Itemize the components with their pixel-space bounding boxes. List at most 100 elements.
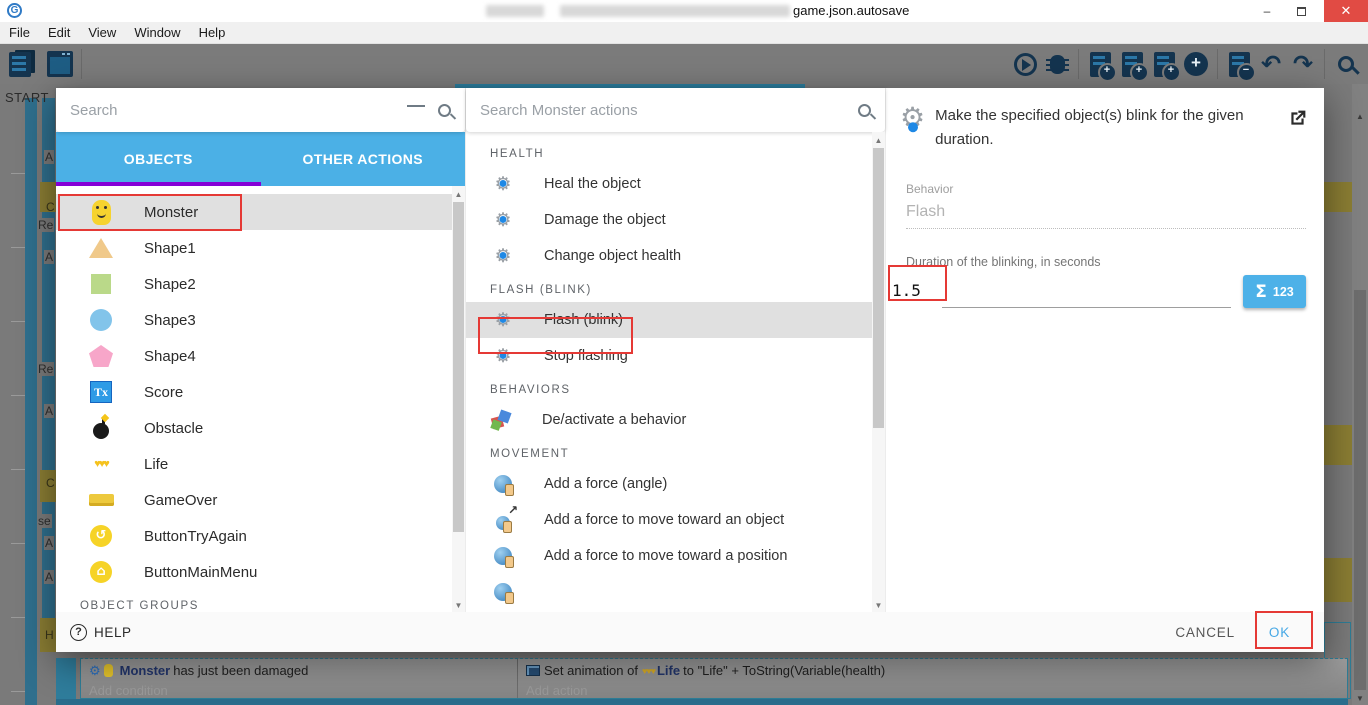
toolbar-divider xyxy=(1078,49,1079,79)
tab-objects[interactable]: OBJECTS xyxy=(56,132,261,186)
object-search-input[interactable] xyxy=(70,101,396,119)
objects-list-scrollbar[interactable]: ▲ ▼ xyxy=(452,186,465,612)
action-object-name: Life xyxy=(656,663,681,678)
scroll-up-icon[interactable]: ▲ xyxy=(1352,112,1368,121)
action-item-heal[interactable]: Heal the object xyxy=(466,166,885,202)
gear-action-icon xyxy=(490,307,516,333)
action-item-stop-flashing[interactable]: Stop flashing xyxy=(466,338,885,374)
debug-icon[interactable] xyxy=(1041,48,1073,80)
add-other-event-icon[interactable]: + xyxy=(1180,48,1212,80)
selected-event-row-fragment xyxy=(1324,558,1352,602)
list-item-shape3[interactable]: Shape3 xyxy=(56,302,465,338)
menu-edit[interactable]: Edit xyxy=(39,22,79,44)
scroll-up-icon[interactable]: ▲ xyxy=(452,190,465,199)
condition-gear-icon: ⚙ xyxy=(89,662,101,678)
event-text-fragment: A xyxy=(44,404,55,418)
force-arrow-action-icon xyxy=(490,504,518,533)
scroll-up-icon[interactable]: ▲ xyxy=(872,136,885,145)
restore-button[interactable] xyxy=(1284,0,1318,22)
scrollbar-thumb[interactable] xyxy=(873,148,884,428)
event-row: ⚙ Monster has just been damaged Add cond… xyxy=(80,658,1348,699)
redacted-title-segment xyxy=(486,5,544,17)
list-item-shape4[interactable]: Shape4 xyxy=(56,338,465,374)
condition-text: has just been damaged xyxy=(173,663,309,678)
list-item-monster[interactable]: Monster xyxy=(56,194,465,230)
start-page-icon[interactable] xyxy=(44,48,76,80)
redacted-title-segment xyxy=(560,5,790,17)
list-item-life[interactable]: Life xyxy=(56,446,465,482)
search-icon[interactable] xyxy=(438,103,451,117)
event-text-fragment: Re xyxy=(37,218,55,232)
dialog-footer: ? HELP CANCEL OK xyxy=(56,612,1324,652)
tab-other-actions[interactable]: OTHER ACTIONS xyxy=(261,132,466,186)
list-item-buttontryagain[interactable]: ButtonTryAgain xyxy=(56,518,465,554)
circle-object-icon xyxy=(88,307,114,333)
scroll-down-icon[interactable]: ▼ xyxy=(872,601,885,610)
section-header-flash: FLASH (BLINK) xyxy=(490,284,592,296)
search-icon[interactable] xyxy=(858,103,871,117)
close-button[interactable]: ✕ xyxy=(1324,0,1368,22)
cancel-button[interactable]: CANCEL xyxy=(1161,615,1249,650)
animation-icon xyxy=(526,665,540,676)
event-indent-bar xyxy=(25,98,37,705)
open-help-external-icon[interactable] xyxy=(1287,108,1308,152)
minimize-button[interactable]: – xyxy=(1250,0,1284,22)
preview-play-icon[interactable] xyxy=(1009,48,1041,80)
list-item-shape2[interactable]: Shape2 xyxy=(56,266,465,302)
help-button[interactable]: ? HELP xyxy=(70,623,132,641)
force-action-icon xyxy=(490,471,516,497)
list-item-buttonmainmenu[interactable]: ButtonMainMenu xyxy=(56,554,465,590)
sigma-icon: Σ xyxy=(1255,281,1267,302)
delete-selection-icon[interactable] xyxy=(1223,48,1256,82)
scroll-down-icon[interactable]: ▼ xyxy=(452,601,465,610)
list-item-score[interactable]: Score xyxy=(56,374,465,410)
condition-object-name: Monster xyxy=(119,663,171,678)
scrollbar-thumb[interactable] xyxy=(1354,290,1366,690)
add-comment-icon[interactable] xyxy=(1148,48,1181,82)
menu-window[interactable]: Window xyxy=(125,22,189,44)
menu-help[interactable]: Help xyxy=(190,22,235,44)
action-item-partial[interactable] xyxy=(466,574,885,610)
undo-icon[interactable]: ↶ xyxy=(1255,48,1287,80)
life-hearts-icon: ♥♥♥ xyxy=(641,665,656,676)
action-description: Make the specified object(s) blink for t… xyxy=(935,107,1244,148)
actions-panel: HEALTH Heal the object Damage the object… xyxy=(466,88,886,652)
scroll-down-icon[interactable]: ▼ xyxy=(1352,694,1368,703)
toolbar-divider xyxy=(1217,49,1218,79)
actions-list-scrollbar[interactable]: ▲ ▼ xyxy=(872,132,885,612)
ok-button[interactable]: OK xyxy=(1249,615,1310,650)
event-indent-ticks xyxy=(11,100,25,705)
gear-action-icon xyxy=(490,243,516,269)
toolbar-divider xyxy=(81,49,82,79)
menu-file[interactable]: File xyxy=(0,22,39,44)
menu-view[interactable]: View xyxy=(79,22,125,44)
expression-editor-button[interactable]: Σ 123 xyxy=(1243,275,1306,308)
list-item-gameover[interactable]: GameOver xyxy=(56,482,465,518)
list-item-obstacle[interactable]: Obstacle xyxy=(56,410,465,446)
list-item-shape1[interactable]: Shape1 xyxy=(56,230,465,266)
scrollbar-thumb[interactable] xyxy=(453,202,464,532)
duration-field-label: Duration of the blinking, in seconds xyxy=(906,255,1101,269)
action-item-add-force-toward-position[interactable]: Add a force to move toward a position xyxy=(466,538,885,574)
action-item-add-force-angle[interactable]: Add a force (angle) xyxy=(466,466,885,502)
home-button-object-icon xyxy=(88,559,114,585)
action-item-change-health[interactable]: Change object health xyxy=(466,238,885,274)
bomb-object-icon xyxy=(88,415,114,441)
search-events-icon[interactable] xyxy=(1330,48,1362,80)
window-title: game.json.autosave xyxy=(793,3,910,18)
redo-icon[interactable]: ↷ xyxy=(1287,48,1319,80)
event-text-fragment: Re xyxy=(37,362,55,376)
event-conditions-cell: ⚙ Monster has just been damaged Add cond… xyxy=(81,659,518,698)
action-item-damage[interactable]: Damage the object xyxy=(466,202,885,238)
events-sheet-scrollbar[interactable]: ▲ ▼ xyxy=(1352,84,1368,705)
action-item-add-force-toward-object[interactable]: Add a force to move toward an object xyxy=(466,502,885,538)
title-bar: G game.json.autosave – ✕ xyxy=(0,0,1368,22)
square-object-icon xyxy=(88,271,114,297)
filter-icon[interactable] xyxy=(406,104,426,116)
action-search-input[interactable] xyxy=(480,101,846,119)
add-event-icon[interactable] xyxy=(1084,48,1117,82)
add-subevent-icon[interactable] xyxy=(1116,48,1149,82)
action-item-deactivate-behavior[interactable]: De/activate a behavior xyxy=(466,402,885,438)
project-manager-icon[interactable] xyxy=(4,48,36,80)
action-item-flash-blink[interactable]: Flash (blink) xyxy=(466,302,885,338)
